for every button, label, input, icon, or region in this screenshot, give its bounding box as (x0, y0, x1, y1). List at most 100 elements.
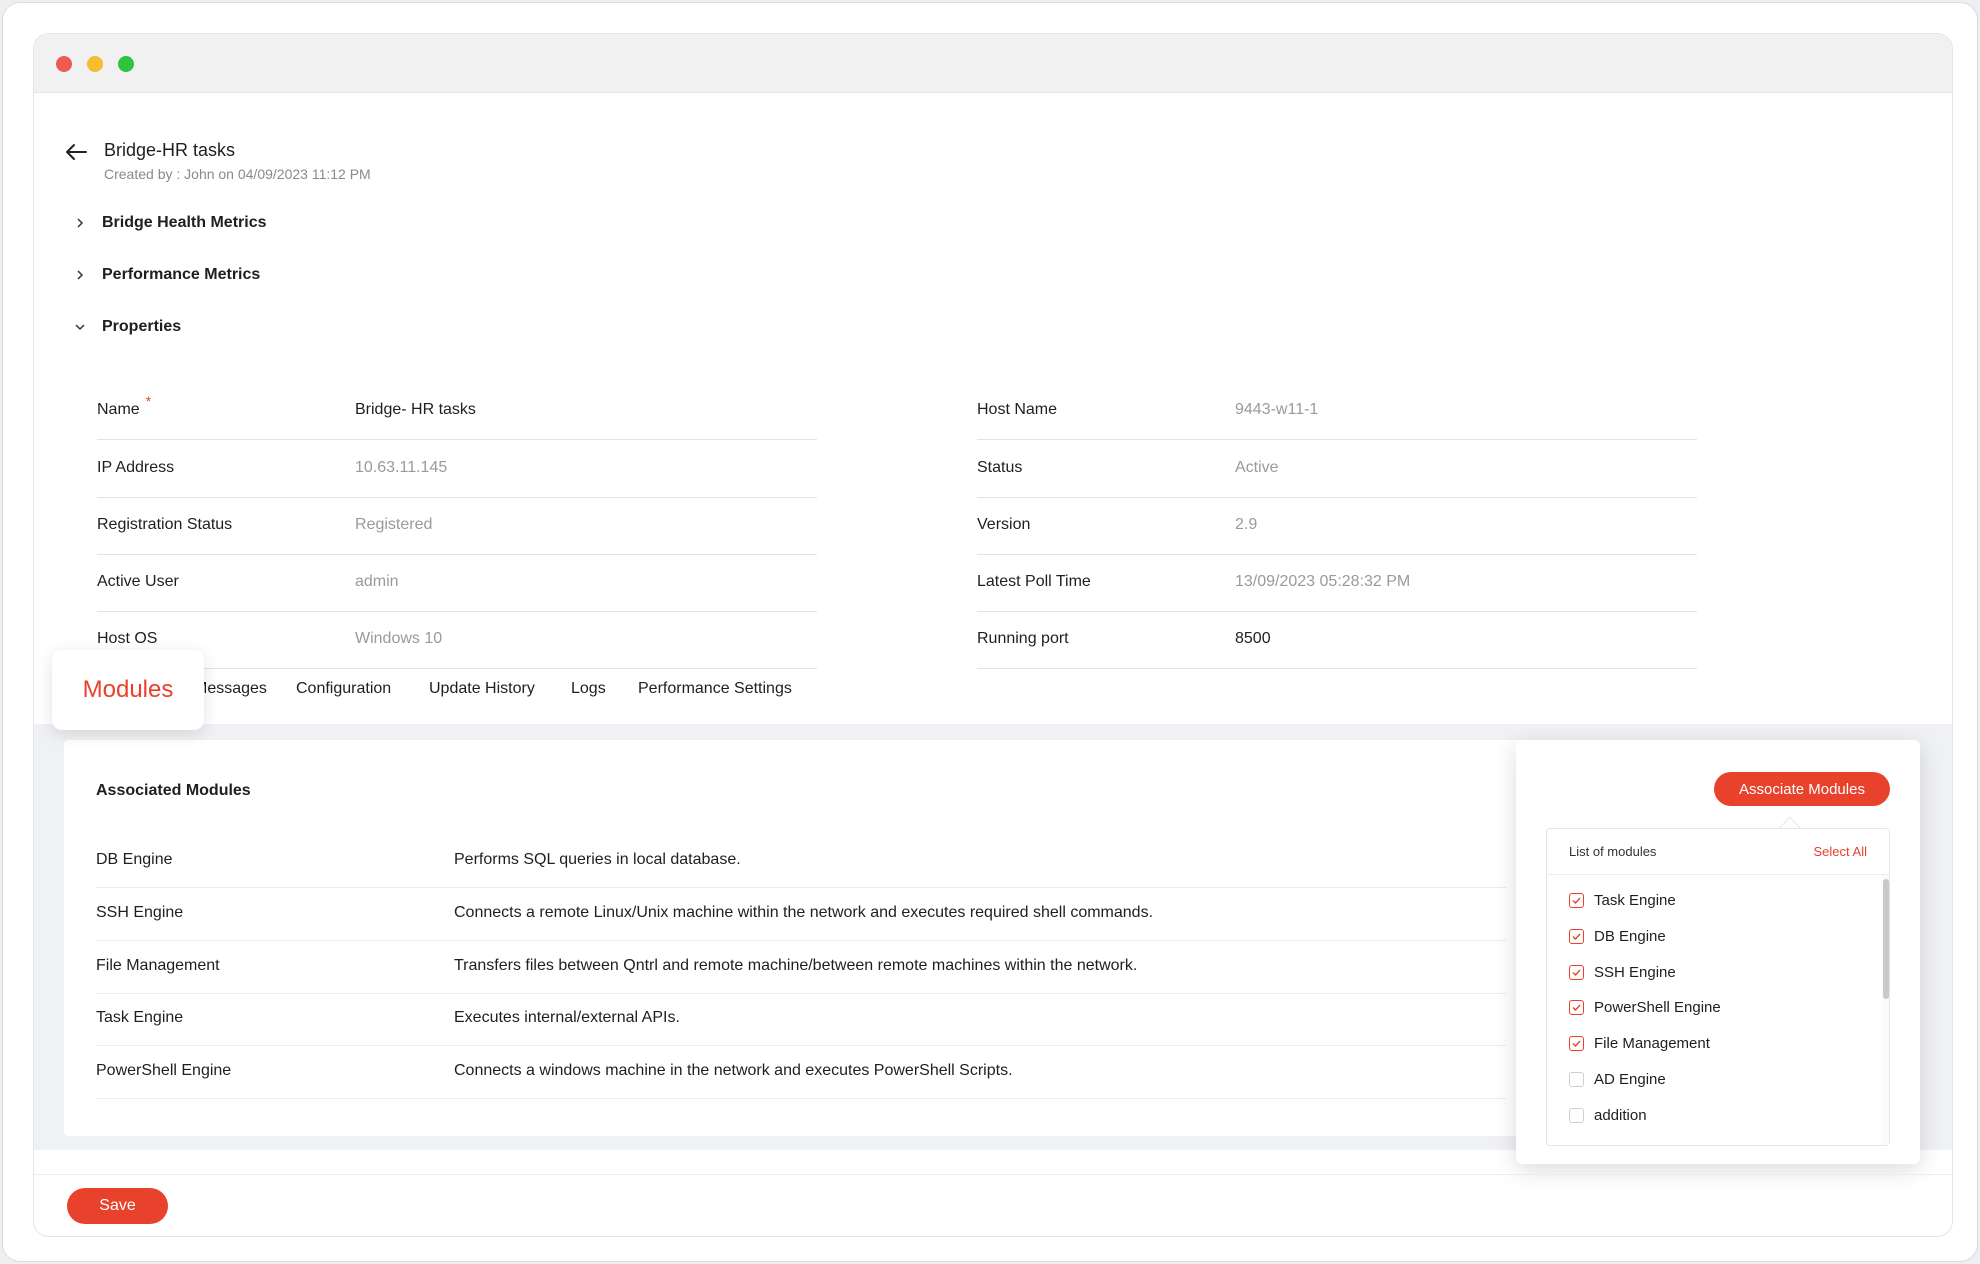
section-label: Performance Metrics (102, 266, 261, 283)
save-button[interactable]: Save (67, 1188, 168, 1224)
associate-modules-popover: Associate Modules List of modules Select… (1516, 740, 1920, 1164)
module-name: DB Engine (96, 851, 173, 868)
option-label: addition (1594, 1106, 1647, 1124)
property-value[interactable]: Bridge- HR tasks (355, 401, 476, 419)
module-option-file-management[interactable]: File Management (1569, 1032, 1710, 1054)
property-key: Version (977, 516, 1031, 533)
property-key: Latest Poll Time (977, 573, 1091, 590)
chevron-down-icon (70, 317, 90, 337)
module-option-db-engine[interactable]: DB Engine (1569, 925, 1666, 947)
tab-messages[interactable]: Messages (194, 680, 267, 698)
property-row-version: Version 2.9 (977, 498, 1697, 555)
option-label: File Management (1594, 1034, 1710, 1052)
option-label: AD Engine (1594, 1070, 1666, 1088)
module-name: File Management (96, 957, 220, 974)
list-header: List of modules Select All (1547, 829, 1889, 875)
property-row-name: Name * Bridge- HR tasks (97, 383, 817, 440)
table-row: DB Engine Performs SQL queries in local … (96, 835, 1506, 888)
module-list-dropdown: List of modules Select All Task Engine D… (1546, 828, 1890, 1146)
checkbox-checked-icon[interactable] (1569, 1035, 1584, 1051)
checkbox-checked-icon[interactable] (1569, 964, 1584, 980)
property-key: Active User (97, 573, 179, 590)
section-properties[interactable]: Properties (70, 312, 181, 342)
checkbox-checked-icon[interactable] (1569, 999, 1584, 1015)
table-row: Task Engine Executes internal/external A… (96, 993, 1506, 1046)
module-name: Task Engine (96, 1009, 184, 1026)
table-row: File Management Transfers files between … (96, 941, 1506, 994)
property-row-active-user: Active User admin (97, 555, 817, 612)
property-row-running-port: Running port 8500 (977, 612, 1697, 669)
list-title: List of modules (1569, 844, 1657, 859)
module-option-task-engine[interactable]: Task Engine (1569, 889, 1676, 911)
close-window-button[interactable] (56, 56, 72, 72)
property-row-registration-status: Registration Status Registered (97, 498, 817, 555)
footer-divider (34, 1174, 1952, 1175)
property-value: Windows 10 (355, 630, 443, 647)
module-description: Performs SQL queries in local database. (454, 851, 741, 868)
property-key: Host OS (97, 630, 158, 647)
card-title: Associated Modules (96, 782, 251, 799)
page-title: Bridge-HR tasks (104, 140, 236, 160)
property-row-host-os: Host OS Windows 10 (97, 612, 817, 669)
section-label: Bridge Health Metrics (102, 214, 267, 231)
property-key: Name * (97, 393, 152, 418)
required-marker: * (145, 393, 152, 409)
section-performance-metrics[interactable]: Performance Metrics (70, 260, 260, 290)
property-row-latest-poll-time: Latest Poll Time 13/09/2023 05:28:32 PM (977, 555, 1697, 612)
module-option-ssh-engine[interactable]: SSH Engine (1569, 961, 1676, 983)
property-key: Registration Status (97, 516, 233, 533)
property-key: Running port (977, 630, 1069, 647)
property-value[interactable]: 8500 (1235, 630, 1271, 648)
tab-modules[interactable]: Modules (52, 650, 204, 730)
property-row-ip-address: IP Address 10.63.11.145 (97, 441, 817, 498)
checkbox-checked-icon[interactable] (1569, 892, 1584, 908)
module-option-powershell-engine[interactable]: PowerShell Engine (1569, 996, 1721, 1018)
app-window: Bridge-HR tasks Created by : John on 04/… (33, 33, 1953, 1237)
checkbox-empty-icon[interactable] (1569, 1071, 1584, 1087)
property-row-host-name: Host Name 9443-w11-1 (977, 383, 1697, 440)
option-label: SSH Engine (1594, 963, 1676, 981)
page-subtitle: Created by : John on 04/09/2023 11:12 PM (104, 166, 371, 182)
module-description: Executes internal/external APIs. (454, 1009, 680, 1026)
tab-configuration[interactable]: Configuration (296, 680, 391, 698)
property-row-status: Status Active (977, 441, 1697, 498)
property-value: Active (1235, 459, 1279, 476)
property-value: admin (355, 573, 399, 590)
property-value: 9443-w11-1 (1235, 401, 1319, 418)
checkbox-empty-icon[interactable] (1569, 1107, 1584, 1123)
module-description: Connects a remote Linux/Unix machine wit… (454, 904, 1154, 921)
minimize-window-button[interactable] (87, 56, 103, 72)
module-option-ad-engine[interactable]: AD Engine (1569, 1068, 1666, 1090)
module-description: Transfers files between Qntrl and remote… (454, 957, 1138, 974)
chevron-right-icon (70, 265, 90, 285)
maximize-window-button[interactable] (118, 56, 134, 72)
option-label: DB Engine (1594, 927, 1666, 945)
tab-logs[interactable]: Logs (571, 680, 606, 698)
back-button[interactable] (62, 138, 90, 166)
section-bridge-health-metrics[interactable]: Bridge Health Metrics (70, 208, 266, 238)
associate-modules-button[interactable]: Associate Modules (1714, 772, 1890, 806)
chevron-right-icon (70, 213, 90, 233)
module-name: SSH Engine (96, 904, 184, 921)
option-label: PowerShell Engine (1594, 998, 1721, 1016)
property-key: Host Name (977, 401, 1058, 418)
module-description: Connects a windows machine in the networ… (454, 1062, 1013, 1079)
screenshot-frame: Bridge-HR tasks Created by : John on 04/… (2, 2, 1978, 1262)
tab-performance-settings[interactable]: Performance Settings (638, 680, 792, 698)
window-titlebar (34, 34, 1952, 93)
property-value: 13/09/2023 05:28:32 PM (1235, 573, 1411, 590)
module-option-addition[interactable]: addition (1569, 1104, 1647, 1126)
module-name: PowerShell Engine (96, 1062, 232, 1079)
arrow-left-icon (66, 144, 87, 160)
option-label: Task Engine (1594, 891, 1676, 909)
list-scrollbar[interactable] (1883, 879, 1889, 999)
property-key: Status (977, 459, 1023, 476)
tab-update-history[interactable]: Update History (429, 680, 535, 698)
checkbox-checked-icon[interactable] (1569, 928, 1584, 944)
table-row: SSH Engine Connects a remote Linux/Unix … (96, 888, 1506, 941)
property-value: Registered (355, 516, 433, 533)
section-label: Properties (102, 318, 182, 335)
select-all-link[interactable]: Select All (1814, 844, 1867, 859)
property-value: 2.9 (1235, 516, 1258, 533)
associated-modules-card: Associated Modules DB Engine Performs SQ… (64, 740, 1534, 1136)
